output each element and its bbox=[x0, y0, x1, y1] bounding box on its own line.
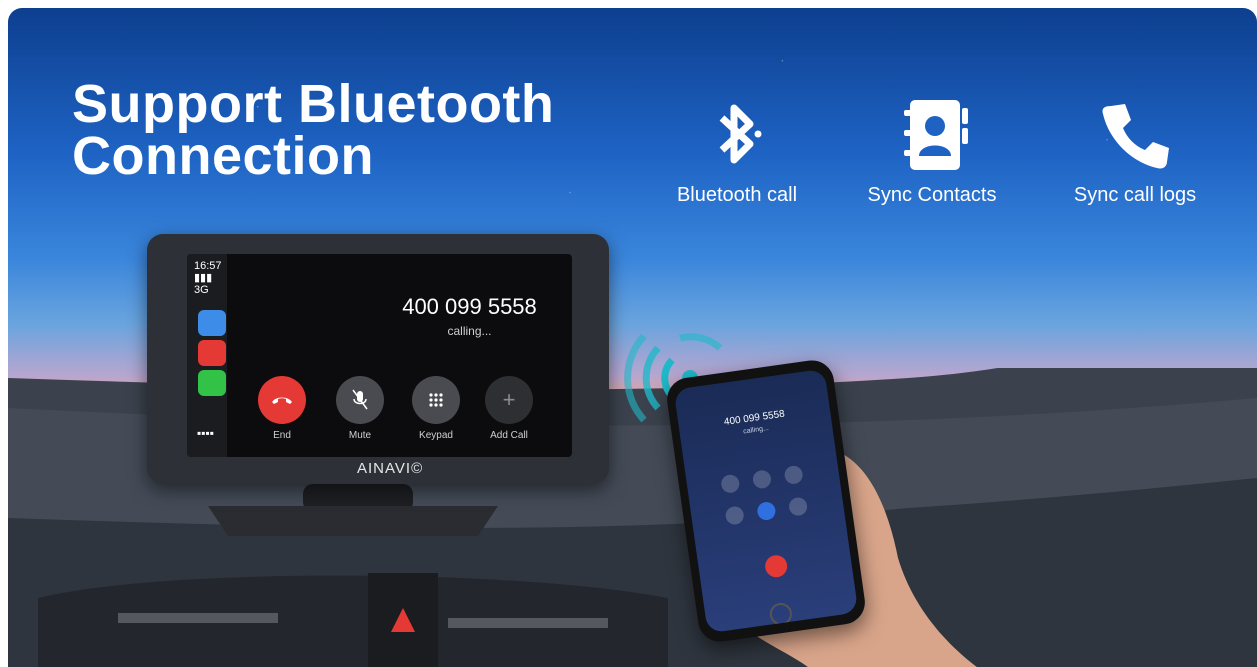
headline-line-1: Support Bluetooth bbox=[72, 74, 555, 134]
phone-keypad-button[interactable] bbox=[751, 469, 773, 490]
end-call-label: End bbox=[273, 430, 291, 441]
brand-logo: AINAVI© bbox=[357, 460, 424, 477]
phone-mute-button[interactable] bbox=[720, 473, 741, 494]
phone-contacts-button[interactable] bbox=[787, 496, 809, 517]
maps-app-icon[interactable] bbox=[198, 310, 226, 336]
headline-line-2: Connection bbox=[72, 126, 374, 186]
contacts-book-icon bbox=[904, 100, 968, 170]
phone-app-icon[interactable] bbox=[198, 370, 226, 396]
phone-add-call-button[interactable] bbox=[724, 505, 745, 526]
mute-label: Mute bbox=[348, 430, 372, 441]
keypad-button[interactable]: Keypad bbox=[410, 376, 462, 441]
feature-label: Sync call logs bbox=[1073, 184, 1197, 206]
add-call-label: Add Call bbox=[490, 430, 528, 441]
call-status: calling... bbox=[447, 324, 492, 338]
plus-icon: + bbox=[485, 376, 533, 424]
display-screen: 16:57 ▮▮▮ 3G ▪▪▪▪ 400 099 5558 calling..… bbox=[187, 254, 572, 457]
phone-speaker-button[interactable] bbox=[783, 464, 804, 486]
hero-banner: Support Bluetooth Connection Bluetooth c… bbox=[8, 8, 1257, 667]
feature-sync-contacts: Sync Contacts bbox=[842, 98, 1022, 207]
phone-handset-icon bbox=[1102, 104, 1169, 169]
car-play-display: 16:57 ▮▮▮ 3G ▪▪▪▪ 400 099 5558 calling..… bbox=[147, 234, 609, 484]
display-mount bbox=[208, 484, 498, 536]
feature-label: Sync Contacts bbox=[867, 184, 997, 206]
mute-button[interactable]: Mute bbox=[334, 376, 386, 441]
app-rail: 16:57 ▮▮▮ 3G ▪▪▪▪ bbox=[187, 254, 227, 457]
app-grid-icon[interactable]: ▪▪▪▪ bbox=[197, 426, 214, 440]
status-bar: 16:57 ▮▮▮ 3G bbox=[194, 260, 227, 296]
microphone-mute-icon bbox=[336, 376, 384, 424]
phone-end-call-button[interactable] bbox=[763, 553, 789, 579]
keypad-label: Keypad bbox=[419, 430, 453, 441]
end-call-icon bbox=[258, 376, 306, 424]
add-call-button[interactable]: + Add Call bbox=[483, 376, 535, 441]
home-button[interactable] bbox=[768, 601, 794, 627]
phone-screen: 400 099 5558 calling... bbox=[673, 368, 859, 634]
call-number: 400 099 5558 bbox=[402, 294, 537, 319]
music-app-icon[interactable] bbox=[198, 340, 226, 366]
feature-label: Bluetooth call bbox=[676, 184, 798, 206]
keypad-icon bbox=[412, 376, 460, 424]
status-signal: ▮▮▮ 3G bbox=[194, 272, 213, 296]
status-time: 16:57 bbox=[194, 260, 222, 272]
bluetooth-icon bbox=[719, 104, 762, 164]
phone-facetime-button[interactable] bbox=[756, 500, 777, 522]
feature-sync-call-logs: Sync call logs bbox=[1045, 98, 1225, 207]
feature-bluetooth-call: Bluetooth call bbox=[647, 98, 827, 207]
headline: Support Bluetooth Connection bbox=[72, 74, 555, 186]
end-call-button[interactable]: End bbox=[256, 376, 308, 441]
